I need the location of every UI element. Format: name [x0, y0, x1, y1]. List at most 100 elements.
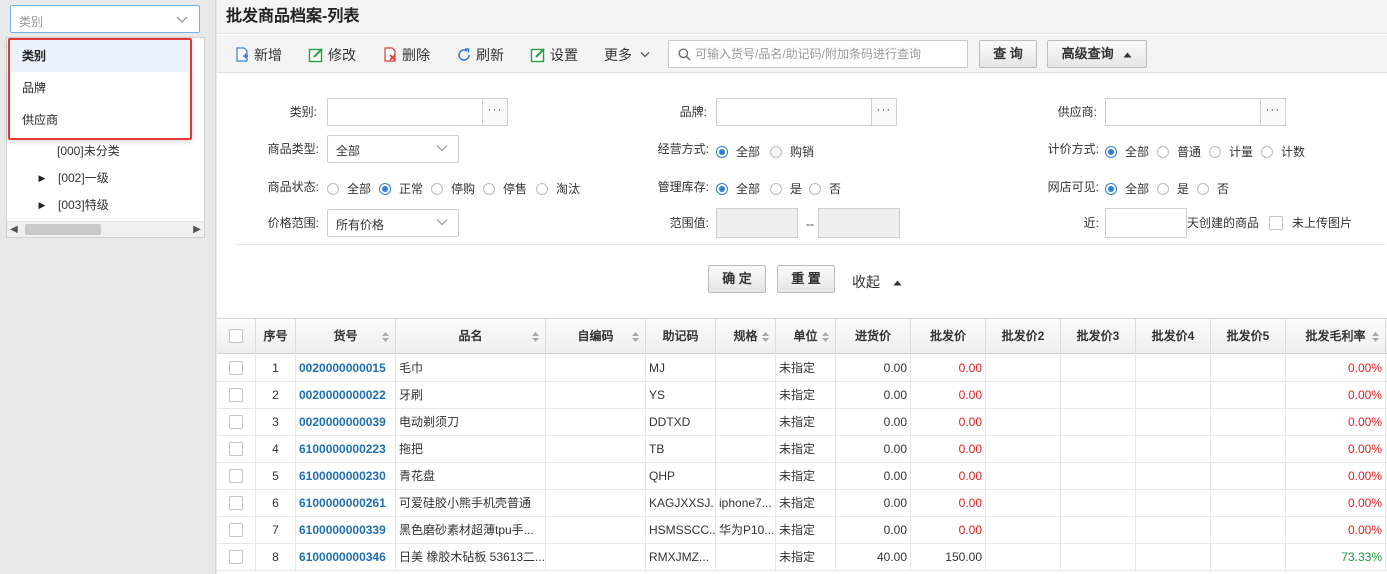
table-row[interactable]: 6 6100000000261 可爱硅胶小熊手机壳普通 KAGJXXSJ... ipho… — [217, 490, 1387, 517]
range-max-input[interactable] — [818, 208, 900, 238]
cell-name: 可爱硅胶小熊手机壳普通 — [396, 490, 546, 517]
cell-code[interactable]: 0020000000022 — [296, 382, 396, 409]
cell-code[interactable]: 6100000000223 — [296, 436, 396, 463]
range-min-input[interactable] — [716, 208, 798, 238]
col-header-no: 序号 — [256, 319, 296, 354]
cell-code[interactable]: 6100000000346 — [296, 544, 396, 571]
cell-margin: 0.00% — [1286, 355, 1386, 382]
chevron-down-icon — [436, 145, 448, 152]
col-header-spec[interactable]: 规格 — [716, 319, 776, 354]
row-checkbox[interactable] — [229, 361, 243, 375]
row-checkbox[interactable] — [229, 496, 243, 510]
supplier-picker-button[interactable]: ··· — [1260, 99, 1285, 125]
row-checkbox-cell — [217, 382, 256, 409]
scroll-left-arrow-icon[interactable]: ◀ — [7, 222, 21, 238]
tree-horizontal-scrollbar[interactable]: ◀ ▶ — [7, 221, 204, 237]
brand-picker-button[interactable]: ··· — [871, 99, 896, 125]
col-header-selfcode[interactable]: 自编码 — [546, 319, 646, 354]
category-picker-button[interactable]: ··· — [482, 99, 507, 125]
sort-icon — [1372, 332, 1379, 342]
scrollbar-thumb[interactable] — [25, 224, 101, 235]
cell-price3 — [1061, 409, 1136, 436]
status-label: 商品状态: — [267, 180, 319, 194]
expand-triangle-icon[interactable]: ▶ — [37, 167, 47, 189]
tree-item-label: [003]特级 — [58, 198, 109, 212]
collapse-toggle[interactable]: 收起 — [852, 272, 902, 292]
cell-no: 4 — [256, 436, 296, 463]
col-header-code[interactable]: 货号 — [296, 319, 396, 354]
cell-price3 — [1061, 355, 1136, 382]
no-image-checkbox[interactable] — [1269, 216, 1283, 230]
cell-code[interactable]: 0020000000015 — [296, 355, 396, 382]
cell-code[interactable]: 6100000000339 — [296, 517, 396, 544]
price-range-select[interactable]: 所有价格 — [327, 209, 459, 237]
row-checkbox[interactable] — [229, 442, 243, 456]
category-type-select[interactable]: 类别 — [10, 5, 200, 33]
goods-type-select[interactable]: 全部 — [327, 135, 459, 163]
cell-spec — [716, 409, 776, 436]
cell-code[interactable]: 0020000000039 — [296, 409, 396, 436]
cell-spec — [716, 463, 776, 490]
cell-unit: 未指定 — [776, 436, 836, 463]
col-header-price2: 批发价2 — [986, 319, 1061, 354]
cell-price: 0.00 — [911, 355, 986, 382]
cell-price4 — [1136, 490, 1211, 517]
supplier-field[interactable]: ··· — [1105, 98, 1286, 126]
brand-field[interactable]: ··· — [716, 98, 897, 126]
scroll-right-arrow-icon[interactable]: ▶ — [190, 222, 204, 238]
row-checkbox[interactable] — [229, 523, 243, 537]
confirm-button[interactable]: 确 定 — [708, 265, 766, 293]
cell-price2 — [986, 409, 1061, 436]
cell-price4 — [1136, 463, 1211, 490]
dropdown-option-supplier[interactable]: 供应商 — [10, 104, 190, 136]
category-field[interactable]: ··· — [327, 98, 508, 126]
cell-code[interactable]: 6100000000261 — [296, 490, 396, 517]
cell-spec — [716, 436, 776, 463]
table-row[interactable]: 4 6100000000223 拖把 TB 未指定 0.00 0.00 0.00% — [217, 436, 1387, 463]
edit-icon — [308, 48, 323, 63]
cell-no: 6 — [256, 490, 296, 517]
cell-code[interactable]: 6100000000230 — [296, 463, 396, 490]
table-row[interactable]: 5 6100000000230 青花盘 QHP 未指定 0.00 0.00 0.00% — [217, 463, 1387, 490]
cell-unit: 未指定 — [776, 463, 836, 490]
search-input[interactable] — [695, 45, 963, 63]
cell-price3 — [1061, 436, 1136, 463]
cell-no: 5 — [256, 463, 296, 490]
table-row[interactable]: 7 6100000000339 黑色磨砂素材超薄tpu手... HSMSSCC... 华… — [217, 517, 1387, 544]
table-row[interactable]: 3 0020000000039 电动剃须刀 DDTXD 未指定 0.00 0.00 0.00% — [217, 409, 1387, 436]
row-checkbox[interactable] — [229, 388, 243, 402]
table-row[interactable]: 8 6100000000346 日美 橡胶木砧板 53613二... RMXJMZ..… — [217, 544, 1387, 571]
cell-selfcode — [546, 355, 646, 382]
cell-selfcode — [546, 409, 646, 436]
row-checkbox[interactable] — [229, 550, 243, 564]
row-checkbox[interactable] — [229, 469, 243, 483]
tree-item-000[interactable]: [000]未分类 — [57, 140, 120, 162]
col-header-name[interactable]: 品名 — [396, 319, 546, 354]
add-doc-icon — [236, 47, 248, 62]
no-image-label: 未上传图片 — [1292, 216, 1353, 230]
cell-name: 毛巾 — [396, 355, 546, 382]
delete-doc-icon — [384, 47, 396, 62]
dropdown-option-brand[interactable]: 品牌 — [10, 72, 190, 104]
select-all-checkbox[interactable] — [229, 329, 243, 343]
table-row[interactable]: 2 0020000000022 牙刷 YS 未指定 0.00 0.00 0.00% — [217, 382, 1387, 409]
cell-price3 — [1061, 544, 1136, 571]
sort-icon — [822, 332, 829, 342]
col-header-cost: 进货价 — [836, 319, 911, 354]
cell-price2 — [986, 490, 1061, 517]
cell-mnemonic: RMXJMZ... — [646, 544, 716, 571]
advanced-query-button[interactable]: 高级查询 — [1047, 40, 1147, 68]
expand-triangle-icon[interactable]: ▶ — [37, 194, 47, 216]
cell-name: 青花盘 — [396, 463, 546, 490]
row-checkbox[interactable] — [229, 415, 243, 429]
col-header-unit[interactable]: 单位 — [776, 319, 836, 354]
cell-price3 — [1061, 463, 1136, 490]
query-button[interactable]: 查 询 — [979, 40, 1037, 68]
col-header-margin[interactable]: 批发毛利率 — [1286, 319, 1386, 354]
goods-type-label: 商品类型: — [267, 142, 319, 156]
dropdown-option-category[interactable]: 类别 — [10, 40, 190, 72]
cell-spec — [716, 382, 776, 409]
table-row[interactable]: 1 0020000000015 毛巾 MJ 未指定 0.00 0.00 0.00% — [217, 355, 1387, 382]
reset-button[interactable]: 重 置 — [777, 265, 835, 293]
recent-days-input[interactable] — [1105, 208, 1187, 238]
